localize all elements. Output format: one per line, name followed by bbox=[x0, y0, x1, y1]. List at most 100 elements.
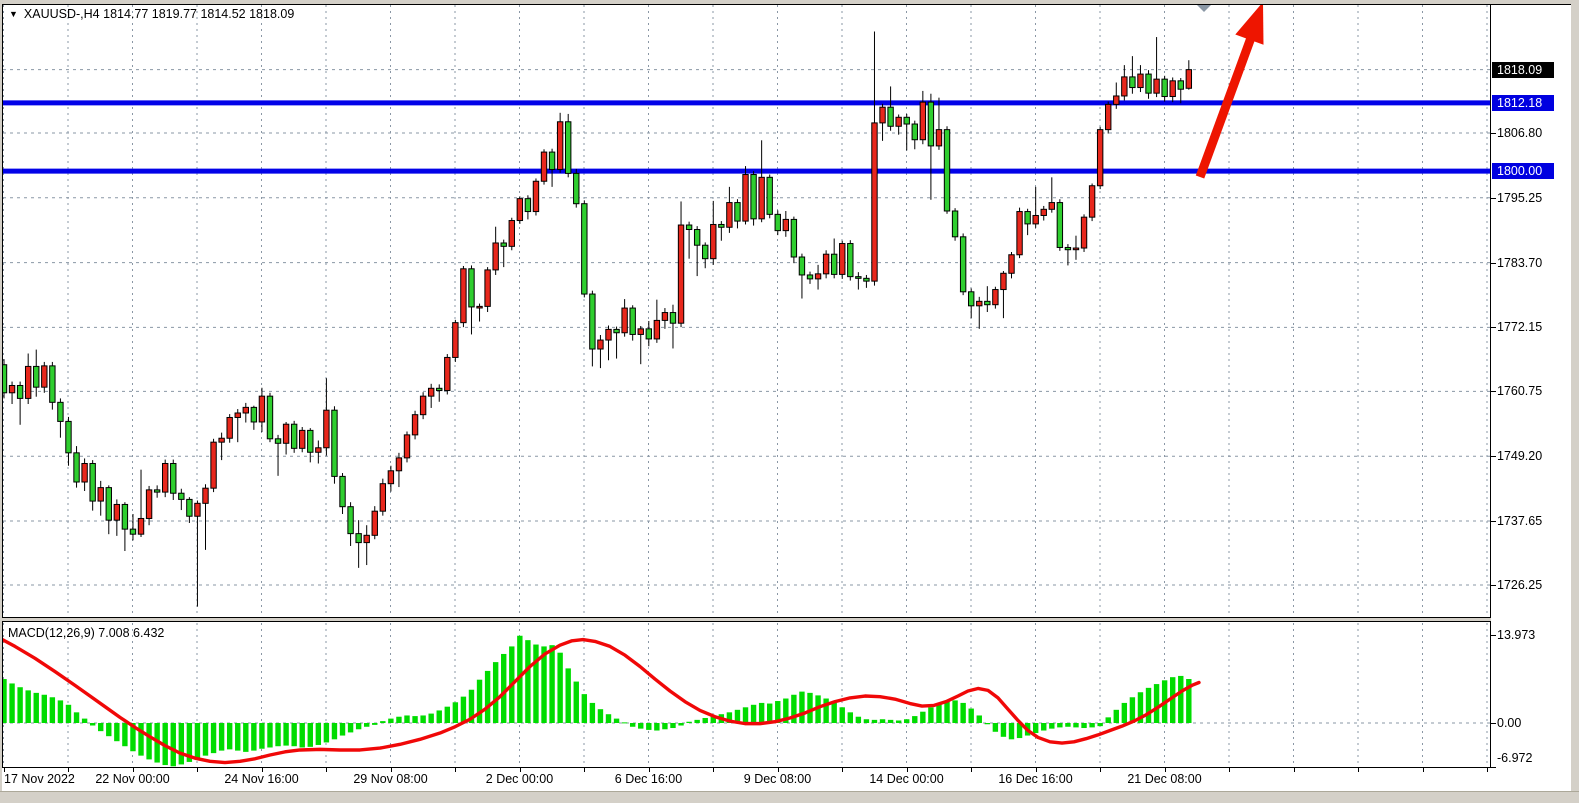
candle[interactable] bbox=[130, 514, 135, 540]
candle[interactable] bbox=[1025, 209, 1030, 235]
candle[interactable] bbox=[445, 354, 450, 394]
candle[interactable] bbox=[372, 506, 377, 539]
candle[interactable] bbox=[670, 305, 675, 349]
candle[interactable] bbox=[622, 299, 627, 337]
candle[interactable] bbox=[630, 305, 635, 340]
candle[interactable] bbox=[896, 114, 901, 134]
candle[interactable] bbox=[775, 210, 780, 235]
candle[interactable] bbox=[727, 187, 732, 233]
candle[interactable] bbox=[138, 470, 143, 537]
candle[interactable] bbox=[936, 98, 941, 150]
candle[interactable] bbox=[485, 267, 490, 312]
candle[interactable] bbox=[509, 218, 514, 251]
candle[interactable] bbox=[3, 359, 7, 398]
candle[interactable] bbox=[203, 484, 208, 550]
candle[interactable] bbox=[396, 453, 401, 487]
candle[interactable] bbox=[598, 335, 603, 368]
candle[interactable] bbox=[735, 199, 740, 228]
candle[interactable] bbox=[324, 378, 329, 455]
candle[interactable] bbox=[1089, 183, 1094, 221]
candle[interactable] bbox=[574, 169, 579, 208]
candle[interactable] bbox=[590, 291, 595, 367]
candle[interactable] bbox=[952, 208, 957, 241]
candle[interactable] bbox=[58, 398, 63, 437]
candle[interactable] bbox=[453, 320, 458, 362]
candle[interactable] bbox=[864, 275, 869, 288]
candle[interactable] bbox=[751, 171, 756, 225]
candle[interactable] bbox=[880, 104, 885, 141]
candle[interactable] bbox=[549, 149, 554, 187]
candle[interactable] bbox=[840, 241, 845, 279]
candle[interactable] bbox=[493, 227, 498, 275]
candle[interactable] bbox=[227, 414, 232, 443]
candle[interactable] bbox=[888, 86, 893, 130]
candle[interactable] bbox=[1049, 177, 1054, 212]
candle[interactable] bbox=[42, 362, 47, 393]
candle[interactable] bbox=[291, 421, 296, 453]
candle[interactable] bbox=[606, 325, 611, 360]
candle[interactable] bbox=[646, 321, 651, 346]
macd-chart[interactable] bbox=[3, 622, 1490, 767]
candle[interactable] bbox=[404, 432, 409, 463]
candle[interactable] bbox=[517, 196, 522, 223]
candle[interactable] bbox=[566, 114, 571, 177]
candle[interactable] bbox=[654, 300, 659, 343]
candle[interactable] bbox=[283, 422, 288, 455]
candle[interactable] bbox=[557, 113, 562, 173]
candle[interactable] bbox=[1033, 187, 1038, 228]
candle[interactable] bbox=[799, 254, 804, 299]
candle[interactable] bbox=[477, 304, 482, 322]
candle[interactable] bbox=[582, 200, 587, 297]
candle[interactable] bbox=[694, 226, 699, 276]
candle[interactable] bbox=[638, 326, 643, 364]
candle[interactable] bbox=[420, 392, 425, 419]
candle[interactable] bbox=[106, 485, 111, 534]
candle[interactable] bbox=[783, 211, 788, 237]
candle[interactable] bbox=[308, 428, 313, 462]
candle[interactable] bbox=[380, 479, 385, 516]
candle[interactable] bbox=[98, 481, 103, 516]
candle[interactable] bbox=[1154, 37, 1159, 97]
candle[interactable] bbox=[267, 393, 272, 442]
candle[interactable] bbox=[316, 440, 321, 463]
candle[interactable] bbox=[17, 382, 22, 425]
candle[interactable] bbox=[1178, 78, 1183, 103]
candlestick-chart[interactable] bbox=[3, 5, 1490, 617]
candle[interactable] bbox=[1146, 70, 1151, 99]
candle[interactable] bbox=[428, 384, 433, 408]
candle[interactable] bbox=[437, 384, 442, 401]
candle[interactable] bbox=[928, 94, 933, 200]
candle[interactable] bbox=[1097, 127, 1102, 189]
candle[interactable] bbox=[686, 222, 691, 259]
candle[interactable] bbox=[348, 502, 353, 546]
candle[interactable] bbox=[912, 121, 917, 150]
candle[interactable] bbox=[703, 242, 708, 268]
chart-top-marker-icon[interactable] bbox=[1196, 5, 1212, 12]
candle[interactable] bbox=[146, 486, 151, 525]
candle[interactable] bbox=[219, 433, 224, 460]
candle[interactable] bbox=[969, 288, 974, 318]
candle[interactable] bbox=[759, 140, 764, 222]
candle[interactable] bbox=[1138, 65, 1143, 92]
trend-arrow[interactable] bbox=[1200, 5, 1264, 177]
candle[interactable] bbox=[275, 435, 280, 476]
candle[interactable] bbox=[711, 201, 716, 265]
candle[interactable] bbox=[1130, 56, 1135, 94]
candle[interactable] bbox=[66, 417, 71, 466]
candle[interactable] bbox=[815, 265, 820, 290]
candle[interactable] bbox=[767, 175, 772, 219]
candle[interactable] bbox=[82, 458, 87, 491]
candle[interactable] bbox=[525, 195, 530, 219]
candle[interactable] bbox=[469, 265, 474, 334]
candle[interactable] bbox=[251, 406, 256, 430]
candle[interactable] bbox=[235, 409, 240, 442]
candle[interactable] bbox=[848, 240, 853, 280]
candle[interactable] bbox=[74, 446, 79, 488]
candle[interactable] bbox=[34, 350, 39, 397]
candle[interactable] bbox=[332, 406, 337, 483]
candle[interactable] bbox=[25, 354, 30, 404]
candle[interactable] bbox=[364, 525, 369, 565]
candle[interactable] bbox=[985, 286, 990, 312]
candle[interactable] bbox=[461, 266, 466, 327]
candle[interactable] bbox=[122, 502, 127, 551]
